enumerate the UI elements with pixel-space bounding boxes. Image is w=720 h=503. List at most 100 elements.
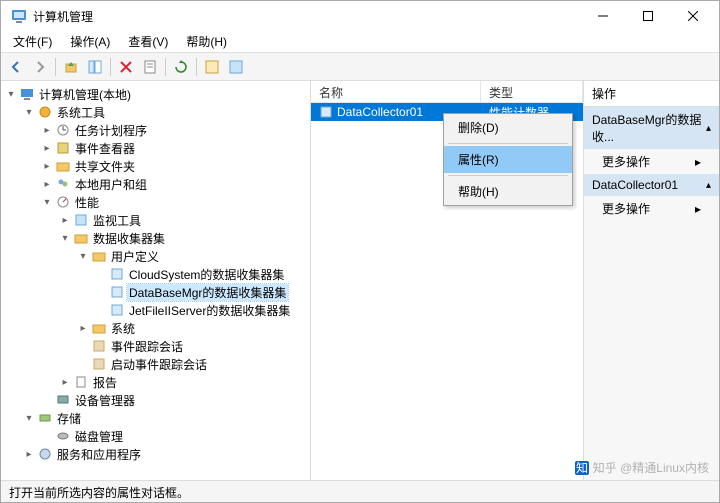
toolbar-separator (110, 58, 111, 76)
event-icon (55, 140, 71, 156)
folder-icon (73, 230, 89, 246)
minimize-button[interactable] (580, 1, 625, 31)
tree-databasemgr[interactable]: DataBaseMgr的数据收集器集 (95, 283, 308, 301)
monitor-icon (73, 212, 89, 228)
main-area: ▾计算机管理(本地) ▾系统工具 ▸任务计划程序 ▸事件查看器 ▸共享文件夹 ▸… (1, 81, 719, 480)
tree-startup-event-trace[interactable]: 启动事件跟踪会话 (77, 355, 308, 373)
menu-action[interactable]: 操作(A) (62, 31, 118, 52)
tree-user-defined[interactable]: ▾用户定义 CloudSystem的数据收集器集 DataBaseMgr的数据收… (77, 247, 308, 319)
tree-local-users[interactable]: ▸本地用户和组 (41, 175, 308, 193)
chevron-right-icon: ▸ (695, 155, 701, 169)
expand-icon[interactable]: ▾ (23, 412, 35, 424)
status-bar: 打开当前所选内容的属性对话框。 (1, 480, 719, 502)
expand-icon[interactable]: ▸ (41, 142, 53, 154)
menu-separator (448, 143, 568, 144)
folder-icon (55, 158, 71, 174)
context-properties[interactable]: 属性(R) (444, 146, 572, 173)
action-more[interactable]: 更多操作▸ (584, 196, 719, 221)
tree-reports[interactable]: ▸报告 (59, 373, 308, 391)
expand-icon[interactable]: ▸ (41, 124, 53, 136)
disk-icon (55, 428, 71, 444)
expand-icon[interactable]: ▸ (59, 376, 71, 388)
tree-task-scheduler[interactable]: ▸任务计划程序 (41, 121, 308, 139)
back-button[interactable] (5, 56, 27, 78)
chevron-up-icon: ▴ (706, 123, 711, 134)
users-icon (55, 176, 71, 192)
collector-icon (109, 266, 125, 282)
refresh-button[interactable] (170, 56, 192, 78)
collector-icon (109, 302, 125, 318)
action-more[interactable]: 更多操作▸ (584, 149, 719, 174)
close-button[interactable] (670, 1, 715, 31)
view-list-button[interactable] (201, 56, 223, 78)
context-delete[interactable]: 删除(D) (444, 114, 572, 141)
tree-services[interactable]: ▸服务和应用程序 (23, 445, 308, 463)
actions-pane: 操作 DataBaseMgr的数据收...▴ 更多操作▸ DataCollect… (584, 81, 719, 480)
up-button[interactable] (60, 56, 82, 78)
menu-view[interactable]: 查看(V) (120, 31, 176, 52)
tree-device-manager[interactable]: 设备管理器 (41, 391, 308, 409)
actions-group-databasemgr[interactable]: DataBaseMgr的数据收...▴ (584, 107, 719, 149)
chevron-up-icon: ▴ (706, 180, 711, 191)
collector-icon (319, 105, 333, 119)
device-icon (55, 392, 71, 408)
tree-shared-folders[interactable]: ▸共享文件夹 (41, 157, 308, 175)
expand-icon[interactable]: ▾ (77, 250, 89, 262)
folder-icon (91, 320, 107, 336)
tree-data-collector-sets[interactable]: ▾数据收集器集 ▾用户定义 CloudSystem的数据收集器集 DataBas… (59, 229, 308, 373)
actions-title: 操作 (584, 81, 719, 107)
context-help[interactable]: 帮助(H) (444, 178, 572, 205)
toolbar (1, 53, 719, 81)
tree-storage[interactable]: ▾存储 磁盘管理 (23, 409, 308, 445)
expand-icon[interactable]: ▸ (41, 178, 53, 190)
toolbar-separator (55, 58, 56, 76)
properties-button[interactable] (139, 56, 161, 78)
delete-button[interactable] (115, 56, 137, 78)
tree-event-trace[interactable]: 事件跟踪会话 (77, 337, 308, 355)
trace-icon (91, 338, 107, 354)
expand-icon[interactable]: ▸ (23, 448, 35, 460)
column-type[interactable]: 类型 (481, 81, 583, 102)
forward-button[interactable] (29, 56, 51, 78)
tree-root[interactable]: ▾计算机管理(本地) ▾系统工具 ▸任务计划程序 ▸事件查看器 ▸共享文件夹 ▸… (5, 85, 308, 463)
tree-system[interactable]: ▸系统 (77, 319, 308, 337)
menu-help[interactable]: 帮助(H) (178, 31, 235, 52)
toolbar-separator (196, 58, 197, 76)
actions-group-datacollector[interactable]: DataCollector01▴ (584, 174, 719, 196)
expand-icon[interactable]: ▸ (59, 214, 71, 226)
view-detail-button[interactable] (225, 56, 247, 78)
trace-icon (91, 356, 107, 372)
app-icon (11, 8, 27, 24)
context-menu: 删除(D) 属性(R) 帮助(H) (443, 113, 573, 206)
computer-icon (19, 86, 35, 102)
toolbar-separator (165, 58, 166, 76)
tree-pane[interactable]: ▾计算机管理(本地) ▾系统工具 ▸任务计划程序 ▸事件查看器 ▸共享文件夹 ▸… (1, 81, 311, 480)
expand-icon[interactable]: ▸ (77, 322, 89, 334)
clock-icon (55, 122, 71, 138)
tree-jetfile[interactable]: JetFileIIServer的数据收集器集 (95, 301, 308, 319)
title-bar: 计算机管理 (1, 1, 719, 31)
expand-icon[interactable]: ▾ (59, 232, 71, 244)
maximize-button[interactable] (625, 1, 670, 31)
performance-icon (55, 194, 71, 210)
menu-file[interactable]: 文件(F) (5, 31, 60, 52)
collector-icon (109, 284, 125, 300)
tree-performance[interactable]: ▾性能 ▸监视工具 ▾数据收集器集 ▾用户定义 (41, 193, 308, 391)
tools-icon (37, 104, 53, 120)
tree-disk-management[interactable]: 磁盘管理 (41, 427, 308, 445)
chevron-right-icon: ▸ (695, 202, 701, 216)
menu-separator (448, 175, 568, 176)
expand-icon[interactable]: ▸ (41, 160, 53, 172)
column-name[interactable]: 名称 (311, 81, 481, 102)
show-hide-tree-button[interactable] (84, 56, 106, 78)
expand-icon[interactable]: ▾ (41, 196, 53, 208)
menu-bar: 文件(F) 操作(A) 查看(V) 帮助(H) (1, 31, 719, 53)
tree-cloudsystem[interactable]: CloudSystem的数据收集器集 (95, 265, 308, 283)
list-header: 名称 类型 (311, 81, 583, 103)
expand-icon[interactable]: ▾ (23, 106, 35, 118)
window-controls (580, 1, 715, 31)
tree-monitor[interactable]: ▸监视工具 (59, 211, 308, 229)
tree-event-viewer[interactable]: ▸事件查看器 (41, 139, 308, 157)
tree-system-tools[interactable]: ▾系统工具 ▸任务计划程序 ▸事件查看器 ▸共享文件夹 ▸本地用户和组 ▾性能 … (23, 103, 308, 409)
services-icon (37, 446, 53, 462)
